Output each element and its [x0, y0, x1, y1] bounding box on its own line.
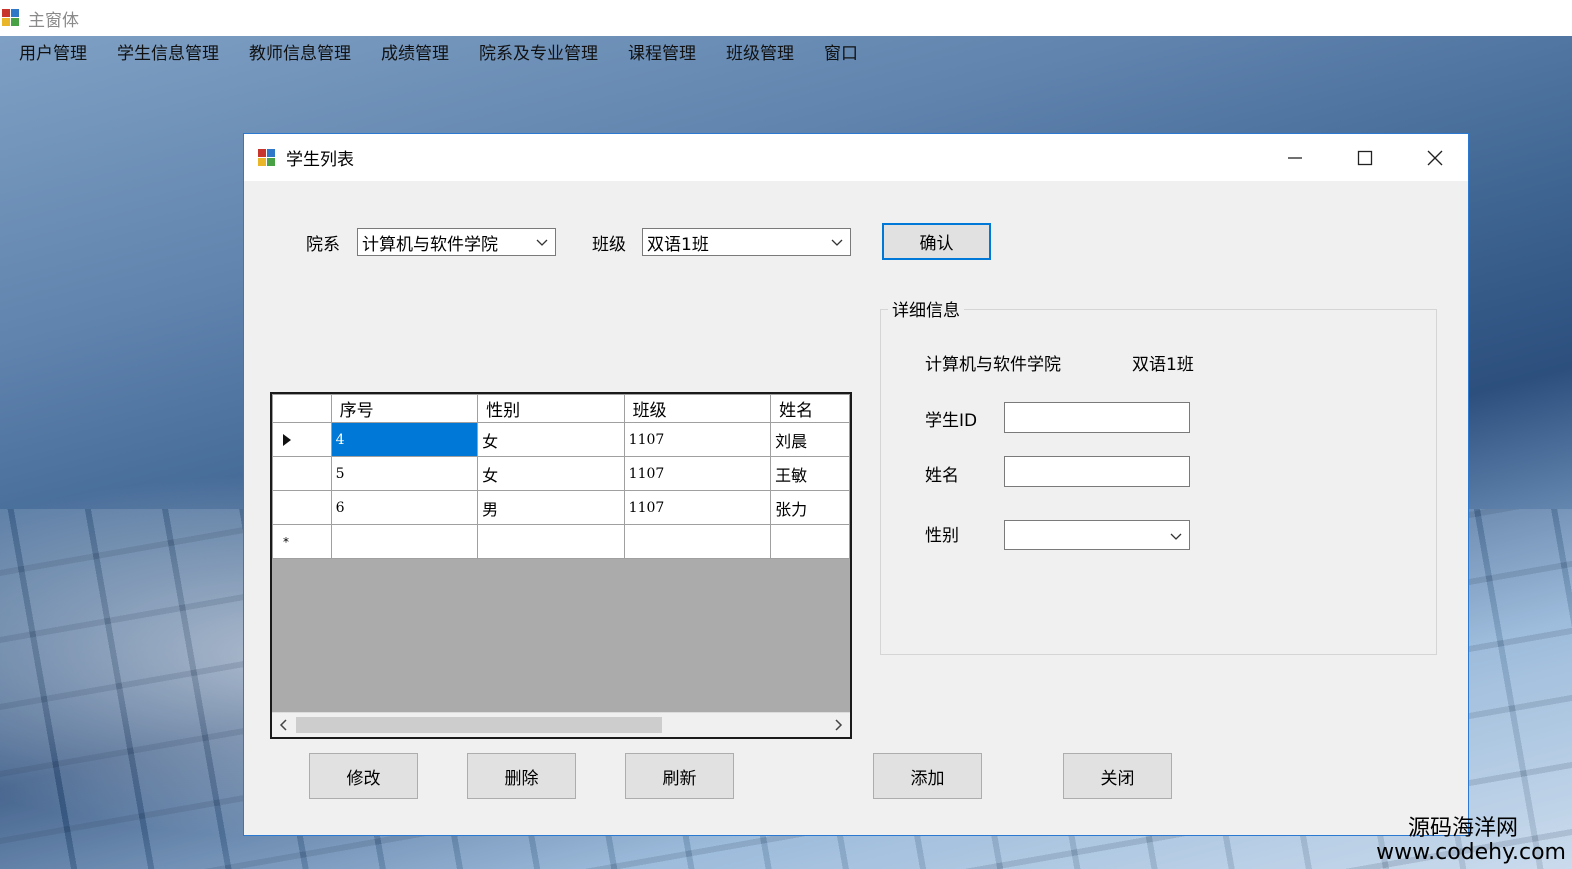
row-header[interactable] [272, 456, 332, 491]
close-window-button[interactable] [1400, 134, 1470, 181]
dialog-title-bar: 学生列表 [244, 134, 1468, 181]
class-label: 班级 [592, 235, 626, 255]
cell-index[interactable]: 6 [330, 490, 479, 525]
main-title-bar: 主窗体 [0, 0, 1572, 36]
scrollbar-thumb[interactable] [296, 717, 662, 733]
table-row[interactable]: 6 男 1107 张力 [272, 490, 850, 525]
chevron-down-icon [831, 239, 843, 246]
menu-classes[interactable]: 班级管理 [711, 36, 809, 72]
menu-courses[interactable]: 课程管理 [613, 36, 711, 72]
row-header[interactable] [272, 422, 332, 457]
student-list-dialog: 学生列表 院系 计算机与软件学院 班级 双语1班 确认 序号 性别 班级 姓名 [243, 133, 1469, 836]
main-window-title: 主窗体 [28, 10, 79, 31]
cell-gender[interactable]: 女 [477, 456, 625, 491]
menu-student-info[interactable]: 学生信息管理 [102, 36, 234, 72]
column-header-gender[interactable]: 性别 [477, 394, 625, 423]
confirm-button[interactable]: 确认 [882, 223, 991, 260]
column-header-name[interactable]: 姓名 [770, 394, 850, 423]
row-header[interactable] [272, 490, 332, 525]
cell-class[interactable]: 1107 [623, 456, 772, 491]
cell-class[interactable]: 1107 [623, 490, 772, 525]
menu-teacher-info[interactable]: 教师信息管理 [234, 36, 366, 72]
cell-index[interactable]: 5 [330, 456, 479, 491]
refresh-button[interactable]: 刷新 [625, 753, 734, 799]
cell-class[interactable]: 1107 [623, 422, 772, 457]
detail-department: 计算机与软件学院 [925, 355, 1061, 375]
cell-name[interactable]: 刘晨 [770, 422, 850, 457]
table-row[interactable]: 5 女 1107 王敏 [272, 456, 850, 491]
menu-bar: 用户管理 学生信息管理 教师信息管理 成绩管理 院系及专业管理 课程管理 班级管… [0, 36, 873, 72]
cell-gender[interactable]: 男 [477, 490, 625, 525]
dialog-app-icon [258, 148, 276, 167]
new-row-marker: * [283, 534, 289, 549]
name-label: 姓名 [925, 466, 959, 486]
app-icon [2, 9, 20, 27]
menu-departments[interactable]: 院系及专业管理 [464, 36, 613, 72]
maximize-icon [1357, 150, 1373, 165]
department-combo-value: 计算机与软件学院 [362, 234, 498, 255]
add-button[interactable]: 添加 [873, 753, 982, 799]
cell-name[interactable]: 张力 [770, 490, 850, 525]
delete-button[interactable]: 删除 [467, 753, 576, 799]
menu-user-management[interactable]: 用户管理 [4, 36, 102, 72]
cell-index[interactable] [330, 524, 479, 559]
close-icon [1427, 150, 1443, 165]
student-data-grid[interactable]: 序号 性别 班级 姓名 4 女 1107 刘晨 5 女 1107 王敏 6 男 … [270, 392, 852, 739]
cell-name[interactable] [770, 524, 850, 559]
gender-combo[interactable] [1004, 520, 1190, 550]
menu-window[interactable]: 窗口 [809, 36, 873, 72]
grid-corner-header [272, 394, 332, 423]
horizontal-scrollbar[interactable] [272, 712, 850, 737]
gender-label: 性别 [925, 526, 959, 546]
column-header-index[interactable]: 序号 [330, 394, 479, 423]
department-combo[interactable]: 计算机与软件学院 [357, 228, 556, 256]
watermark-line2: www.codehy.com [1376, 839, 1566, 865]
scroll-left-icon[interactable] [276, 717, 292, 733]
chevron-down-icon [1170, 533, 1182, 540]
new-row[interactable]: * [272, 524, 850, 559]
minimize-icon [1288, 156, 1302, 159]
class-combo-value: 双语1班 [647, 234, 709, 255]
menu-grades[interactable]: 成绩管理 [366, 36, 464, 72]
modify-button[interactable]: 修改 [309, 753, 418, 799]
table-row[interactable]: 4 女 1107 刘晨 [272, 422, 850, 457]
chevron-down-icon [536, 239, 548, 246]
name-input[interactable] [1004, 456, 1190, 487]
scroll-right-icon[interactable] [830, 717, 846, 733]
close-button[interactable]: 关闭 [1063, 753, 1172, 799]
minimize-button[interactable] [1260, 134, 1330, 181]
maximize-button[interactable] [1330, 134, 1400, 181]
student-id-input[interactable] [1004, 402, 1190, 433]
department-label: 院系 [306, 235, 340, 255]
cell-gender[interactable] [477, 524, 625, 559]
watermark: 源码海洋网 www.codehy.com [1376, 815, 1566, 865]
column-header-class[interactable]: 班级 [623, 394, 772, 423]
grid-table: 序号 性别 班级 姓名 4 女 1107 刘晨 5 女 1107 王敏 6 男 … [272, 394, 850, 559]
detail-class: 双语1班 [1132, 355, 1194, 375]
cell-class[interactable] [623, 524, 772, 559]
cell-gender[interactable]: 女 [477, 422, 625, 457]
student-id-label: 学生ID [925, 411, 978, 431]
grid-header-row: 序号 性别 班级 姓名 [272, 394, 850, 423]
cell-index[interactable]: 4 [330, 422, 479, 457]
details-group-title: 详细信息 [888, 296, 964, 321]
class-combo[interactable]: 双语1班 [642, 228, 851, 256]
cell-name[interactable]: 王敏 [770, 456, 850, 491]
current-row-arrow-icon [283, 433, 291, 446]
watermark-line1: 源码海洋网 [1407, 815, 1518, 841]
new-row-header[interactable]: * [272, 524, 332, 559]
dialog-title: 学生列表 [286, 150, 354, 170]
